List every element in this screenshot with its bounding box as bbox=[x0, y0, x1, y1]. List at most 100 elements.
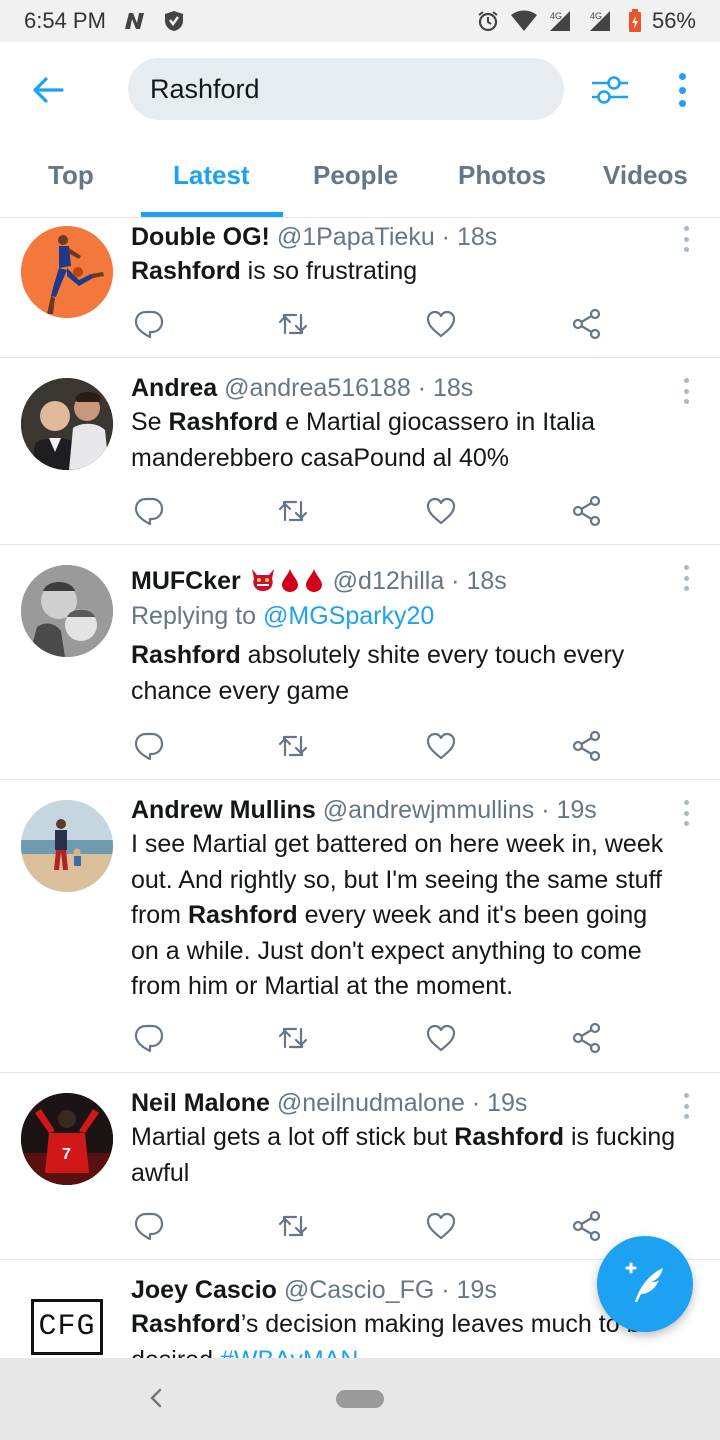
svg-text:7: 7 bbox=[62, 1146, 71, 1163]
search-tabs: Top Latest People Photos Videos bbox=[0, 136, 720, 218]
share-button[interactable] bbox=[571, 1022, 603, 1054]
tweet[interactable]: Andrea @andrea516188 · 18s Se Rashford e… bbox=[0, 358, 720, 545]
tweet-menu-button[interactable] bbox=[682, 1093, 690, 1119]
author-handle[interactable]: @neilnudmalone bbox=[277, 1089, 465, 1117]
tweet[interactable]: MUFCker @d12hilla · 18s Replying to @MGS… bbox=[0, 545, 720, 780]
tweet-time: 18s bbox=[456, 223, 498, 251]
search-highlight: Rashford bbox=[168, 408, 279, 436]
battery-percent: 56% bbox=[651, 8, 696, 33]
author-emoji bbox=[248, 567, 326, 595]
author-handle[interactable]: @1PapaTieku bbox=[277, 223, 435, 251]
tweet-menu-button[interactable] bbox=[682, 800, 690, 826]
replying-handle-link[interactable]: @MGSparky20 bbox=[263, 602, 434, 630]
speech-bubble-icon bbox=[134, 497, 164, 526]
tweet-text: Rashford absolutely shite every touch ev… bbox=[131, 638, 680, 709]
tab-people[interactable]: People bbox=[313, 160, 398, 191]
share-button[interactable] bbox=[571, 495, 603, 527]
avatar[interactable] bbox=[21, 800, 113, 892]
tweet[interactable]: Double OG! @1PapaTieku · 18s Rashford is… bbox=[0, 218, 720, 358]
tweet-menu-button[interactable] bbox=[682, 226, 690, 252]
avatar[interactable] bbox=[21, 226, 113, 318]
status-bar: 6:54 PM 4G 4G 56% bbox=[0, 0, 720, 42]
back-button[interactable] bbox=[30, 72, 66, 108]
search-query: Rashford bbox=[150, 73, 260, 104]
heart-icon bbox=[426, 1024, 456, 1052]
tweet-actions bbox=[131, 1022, 611, 1054]
retweet-button[interactable] bbox=[277, 730, 309, 762]
search-input[interactable]: Rashford bbox=[128, 58, 564, 120]
author-name[interactable]: Andrew Mullins bbox=[131, 796, 316, 824]
share-button[interactable] bbox=[571, 730, 603, 762]
reply-button[interactable] bbox=[133, 1210, 165, 1242]
author-name[interactable]: Joey Cascio bbox=[131, 1276, 277, 1304]
tweet-actions bbox=[131, 730, 611, 762]
tab-latest[interactable]: Latest bbox=[173, 160, 250, 191]
author-name[interactable]: Double OG! bbox=[131, 223, 270, 251]
tab-photos[interactable]: Photos bbox=[458, 160, 546, 191]
tweet-menu-button[interactable] bbox=[682, 565, 690, 591]
author-handle[interactable]: @d12hilla bbox=[333, 567, 445, 595]
hashtag-link[interactable]: #WBAvMAN bbox=[220, 1346, 358, 1359]
author-name[interactable]: Andrea bbox=[131, 374, 217, 402]
n-app-icon bbox=[122, 11, 148, 31]
tweet-actions bbox=[131, 1210, 611, 1242]
avatar[interactable]: CFG bbox=[21, 1280, 113, 1358]
share-button[interactable] bbox=[571, 308, 603, 340]
battery-icon bbox=[628, 9, 642, 33]
share-icon bbox=[572, 308, 601, 340]
heart-icon bbox=[426, 310, 456, 338]
like-button[interactable] bbox=[425, 730, 457, 762]
system-back-button[interactable] bbox=[146, 1386, 166, 1410]
status-time: 6:54 PM bbox=[24, 8, 106, 33]
tab-videos[interactable]: Videos bbox=[603, 160, 688, 191]
tab-top[interactable]: Top bbox=[48, 160, 94, 191]
author-name[interactable]: MUFCker bbox=[131, 567, 241, 595]
like-button[interactable] bbox=[425, 1022, 457, 1054]
tweet-feed[interactable]: Double OG! @1PapaTieku · 18s Rashford is… bbox=[0, 218, 720, 1358]
overflow-menu-button[interactable] bbox=[670, 70, 694, 110]
author-name[interactable]: Neil Malone bbox=[131, 1089, 270, 1117]
like-button[interactable] bbox=[425, 308, 457, 340]
chevron-left-icon bbox=[150, 1388, 162, 1408]
author-handle[interactable]: @Cascio_FG bbox=[284, 1276, 434, 1304]
shield-icon bbox=[164, 10, 184, 32]
share-icon bbox=[572, 730, 601, 762]
reply-button[interactable] bbox=[133, 730, 165, 762]
feather-plus-icon bbox=[625, 1262, 663, 1302]
tweet-text: Se Rashford e Martial giocassero in Ital… bbox=[131, 405, 680, 476]
tweet-text-pre: Se bbox=[131, 408, 169, 436]
like-button[interactable] bbox=[425, 1210, 457, 1242]
tweet[interactable]: Andrew Mullins @andrewjmmullins · 19s I … bbox=[0, 780, 720, 1073]
speech-bubble-icon bbox=[134, 1212, 164, 1241]
reply-button[interactable] bbox=[133, 308, 165, 340]
compose-tweet-button[interactable] bbox=[597, 1236, 693, 1332]
avatar[interactable] bbox=[21, 378, 113, 470]
reply-button[interactable] bbox=[133, 495, 165, 527]
tweet-actions bbox=[131, 495, 611, 527]
search-highlight: Rashford bbox=[131, 641, 241, 669]
author-handle[interactable]: @andrea516188 bbox=[224, 374, 411, 402]
retweet-button[interactable] bbox=[277, 495, 309, 527]
retweet-button[interactable] bbox=[277, 1210, 309, 1242]
tweet-time: 19s bbox=[556, 796, 597, 824]
like-button[interactable] bbox=[425, 495, 457, 527]
avatar[interactable]: 7 bbox=[21, 1093, 113, 1185]
share-icon bbox=[572, 1210, 601, 1242]
retweet-button[interactable] bbox=[277, 308, 309, 340]
tweet[interactable]: 7 Neil Malone @neilnudmalone · 19s Marti… bbox=[0, 1073, 720, 1260]
tweet-time: 19s bbox=[487, 1089, 528, 1117]
tweet-time: 19s bbox=[456, 1276, 497, 1304]
search-highlight: Rashford bbox=[131, 1310, 241, 1338]
share-button[interactable] bbox=[571, 1210, 603, 1242]
search-header: Rashford bbox=[0, 42, 720, 136]
retweet-button[interactable] bbox=[277, 1022, 309, 1054]
author-handle[interactable]: @andrewjmmullins bbox=[323, 796, 535, 824]
reply-button[interactable] bbox=[133, 1022, 165, 1054]
wifi-icon bbox=[510, 10, 538, 32]
svg-text:4G: 4G bbox=[590, 11, 602, 21]
tweet-menu-button[interactable] bbox=[682, 378, 690, 404]
filter-button[interactable] bbox=[590, 70, 630, 110]
speech-bubble-icon bbox=[134, 732, 164, 761]
system-home-button[interactable] bbox=[336, 1390, 384, 1408]
avatar[interactable] bbox=[21, 565, 113, 657]
